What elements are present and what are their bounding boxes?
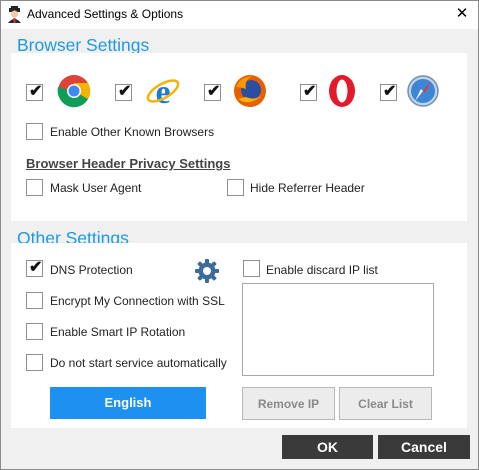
svg-text:e: e: [155, 74, 170, 109]
chrome-icon: [56, 73, 92, 109]
header-privacy-heading: Browser Header Privacy Settings: [26, 156, 231, 171]
clear-list-button[interactable]: Clear List: [339, 387, 432, 420]
enable-other-browsers-label: Enable Other Known Browsers: [50, 125, 215, 139]
chrome-checkbox[interactable]: ✔: [26, 83, 43, 101]
language-button[interactable]: English: [50, 387, 206, 419]
discard-ip-checkbox[interactable]: [243, 260, 260, 277]
user-avatar-icon: [6, 6, 23, 23]
safari-checkbox[interactable]: ✔: [380, 83, 397, 101]
smart-ip-rotation-checkbox[interactable]: [26, 323, 43, 340]
ok-button[interactable]: OK: [282, 435, 373, 459]
check-mark: ✔: [29, 259, 43, 276]
encrypt-ssl-label: Encrypt My Connection with SSL: [50, 294, 225, 308]
ie-checkbox[interactable]: ✔: [115, 83, 132, 101]
settings-dialog: Advanced Settings & Options ✕ Browser Se…: [0, 0, 479, 470]
discard-ip-list[interactable]: [242, 283, 434, 376]
hide-referrer-checkbox[interactable]: [227, 179, 244, 196]
no-autostart-checkbox[interactable]: [26, 354, 43, 371]
check-mark: ✔: [383, 83, 397, 100]
safari-icon: [405, 73, 441, 109]
dns-protection-label: DNS Protection: [50, 263, 133, 277]
no-autostart-label: Do not start service automatically: [50, 356, 227, 370]
gear-icon[interactable]: [194, 258, 220, 284]
title-bar: Advanced Settings & Options ✕: [1, 1, 478, 29]
window-title: Advanced Settings & Options: [27, 7, 184, 21]
firefox-checkbox[interactable]: ✔: [204, 83, 221, 101]
mask-user-agent-checkbox[interactable]: [26, 179, 43, 196]
internet-explorer-icon: e: [145, 73, 181, 111]
opera-icon: [324, 73, 360, 109]
check-mark: ✔: [118, 83, 132, 100]
firefox-icon: [232, 73, 268, 109]
cancel-button[interactable]: Cancel: [378, 435, 470, 459]
dns-protection-checkbox[interactable]: ✔: [26, 259, 43, 277]
check-mark: ✔: [207, 83, 221, 100]
close-icon: ✕: [455, 5, 469, 22]
mask-user-agent-label: Mask User Agent: [50, 181, 142, 195]
encrypt-ssl-checkbox[interactable]: [26, 292, 43, 309]
smart-ip-rotation-label: Enable Smart IP Rotation: [50, 325, 186, 339]
opera-checkbox[interactable]: ✔: [300, 83, 317, 101]
check-mark: ✔: [303, 83, 317, 100]
close-button[interactable]: ✕: [449, 3, 475, 25]
hide-referrer-label: Hide Referrer Header: [250, 181, 365, 195]
discard-ip-label: Enable discard IP list: [266, 263, 378, 277]
enable-other-browsers-checkbox[interactable]: [26, 123, 43, 140]
check-mark: ✔: [29, 83, 43, 100]
remove-ip-button[interactable]: Remove IP: [242, 387, 335, 420]
